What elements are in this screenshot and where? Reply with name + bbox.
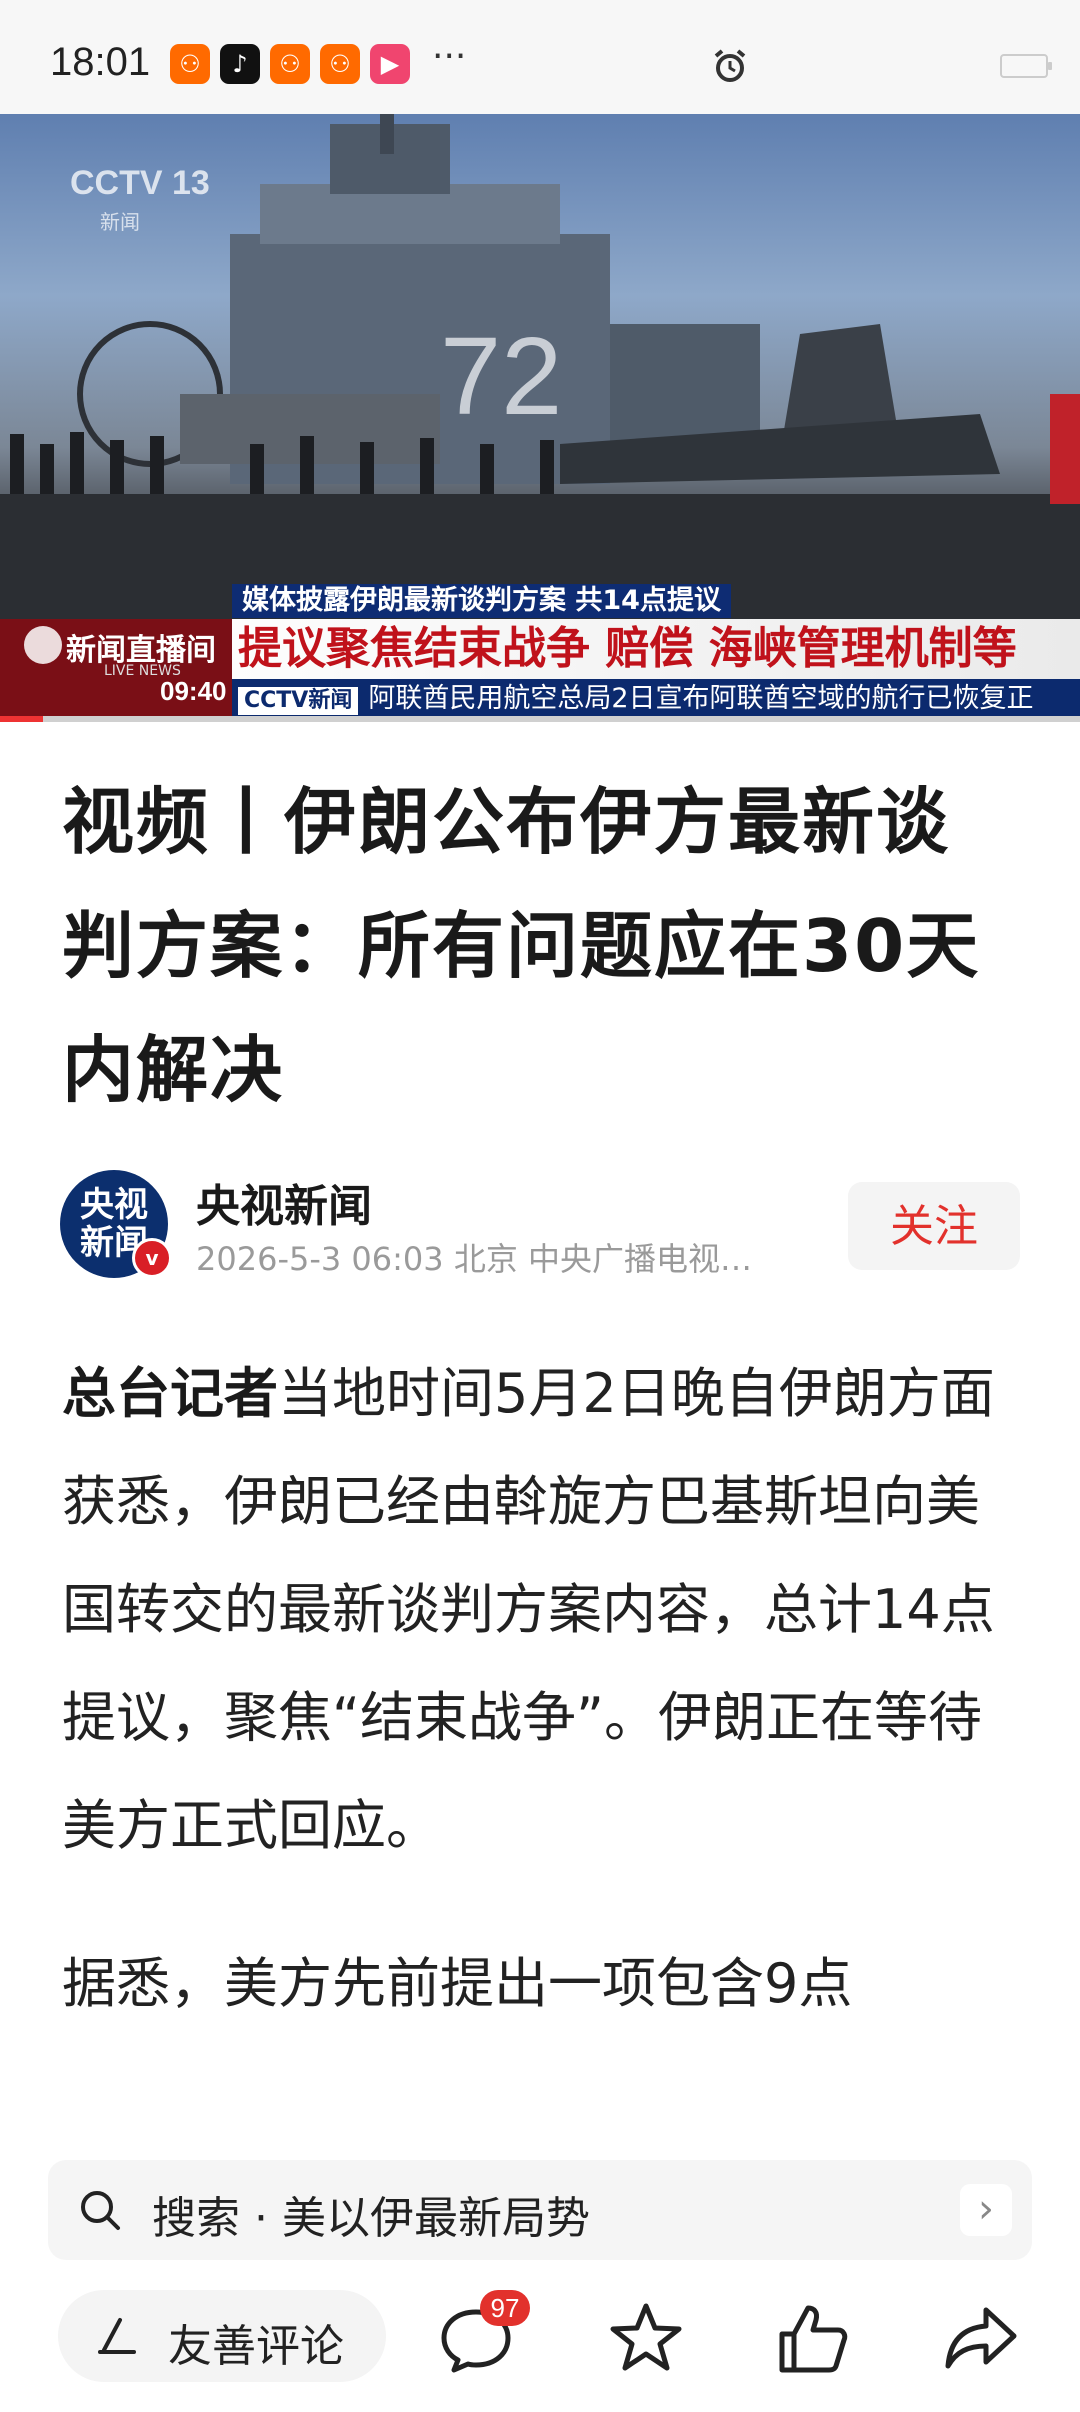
article-meta: 2026-5-3 06:03 北京 中央广播电视… [196,1240,752,1278]
channel-logo: CCTV 13 [70,164,210,202]
status-time: 18:01 [50,40,151,84]
comment-placeholder: 友善评论 [168,2321,344,2372]
author-avatar[interactable]: 央视新闻 v [60,1170,172,1278]
share-icon[interactable] [942,2298,1022,2378]
comment-input[interactable]: 友善评论 [58,2290,386,2382]
alarm-icon [714,49,746,82]
news-ticker-top: 媒体披露伊朗最新谈判方案 共14点提议 [232,584,731,618]
related-search-bar[interactable]: 搜索 · 美以伊最新局势 › [48,2160,1032,2260]
status-bar: 18:01 ⚇ ♪ ⚇ ⚇ ▶ ··· [0,0,1080,114]
notification-icons: ⚇ ♪ ⚇ ⚇ ▶ [170,44,410,84]
app-notification-icon: ⚇ [270,44,310,84]
author-name[interactable]: 央视新闻 [196,1170,372,1234]
news-ticker-headline: 提议聚焦结束战争 赔偿 海峡管理机制等 [232,619,1080,679]
search-icon [81,2191,120,2230]
battery-icon [1000,54,1052,78]
pen-icon [98,2318,136,2354]
article-paragraph: 总台记者当地时间5月2日晚自伊朗方面获悉，伊朗已经由斡旋方巴基斯坦向美国转交的最… [62,1340,1022,1880]
cctv-news-tag: CCTV新闻 [238,687,359,715]
paragraph-text: 当地时间5月2日晚自伊朗方面获悉，伊朗已经由斡旋方巴基斯坦向美国转交的最新谈判方… [62,1362,995,1857]
verified-badge-icon: v [132,1238,172,1278]
video-progress-bar[interactable] [0,716,1080,722]
article-body: 总台记者当地时间5月2日晚自伊朗方面获悉，伊朗已经由斡旋方巴基斯坦向美国转交的最… [62,1340,1022,2088]
channel-sub: 新闻 [100,210,140,234]
video-app-icon: ▶ [370,44,410,84]
comment-count-badge: 97 [480,2290,530,2326]
more-notifications-icon: ··· [432,36,467,77]
ticker-bottom-text: 阿联酋民用航空总局2日宣布阿联酋空域的航行已恢复正 [368,683,1034,714]
video-progress-fill [0,716,44,722]
app-notification-icon: ⚇ [320,44,360,84]
article-paragraph: 据悉，美方先前提出一项包含9点 [62,1952,853,2015]
video-clock: 09:40 [160,676,227,706]
chevron-right-icon[interactable]: › [960,2184,1012,2236]
bottom-action-bar: 友善评论 97 [0,2262,1080,2412]
lead-bold: 总台记者 [62,1362,278,1425]
favorite-star-icon[interactable] [606,2298,686,2378]
follow-button[interactable]: 关注 [848,1182,1020,1270]
app-notification-icon: ⚇ [170,44,210,84]
like-thumbs-up-icon[interactable] [772,2298,852,2378]
play-icon[interactable] [24,626,62,664]
search-suggestion-text: 搜索 · 美以伊最新局势 [152,2193,590,2244]
news-ticker-bottom: CCTV新闻 阿联酋民用航空总局2日宣布阿联酋空域的航行已恢复正 [232,679,1080,719]
video-player[interactable]: 72 CCTV 13 新闻 媒体披露伊朗最新谈判方案 共14点提议 新闻直播间 … [0,114,1080,720]
article-title: 视频丨伊朗公布伊方最新谈判方案：所有问题应在30天内解决 [62,780,981,1112]
tiktok-icon: ♪ [220,44,260,84]
svg-text:72: 72 [440,315,562,438]
